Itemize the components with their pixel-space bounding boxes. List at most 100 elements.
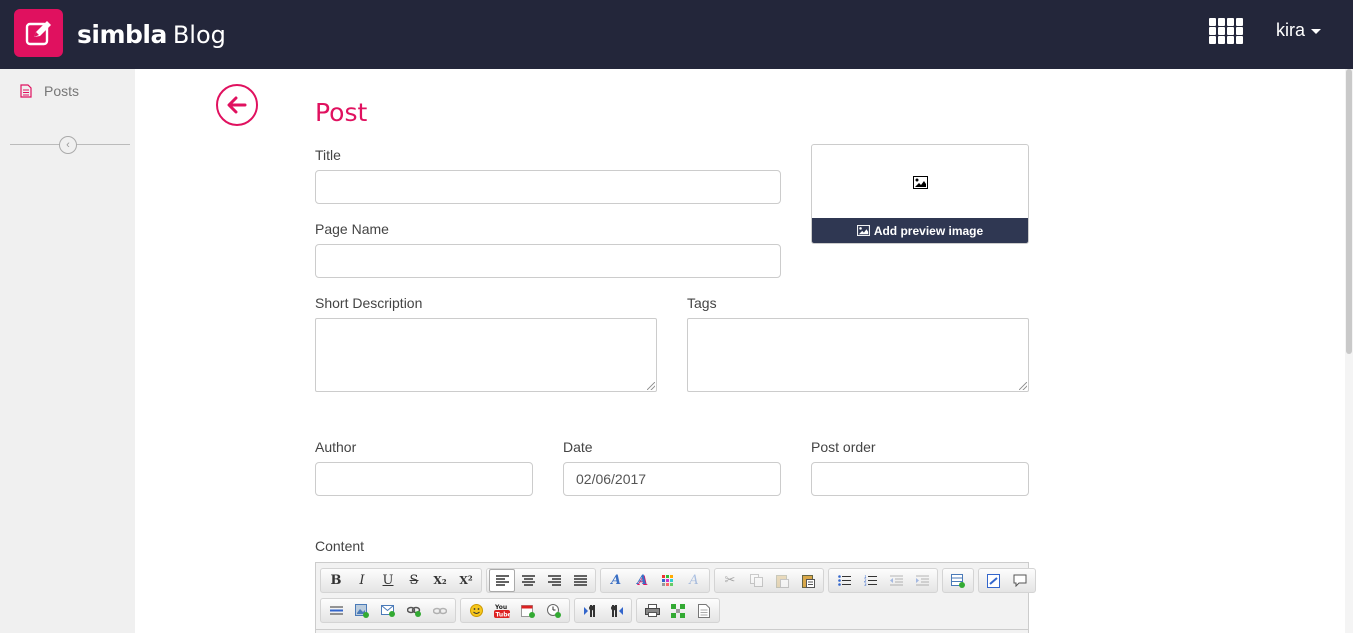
svg-text:3: 3 (864, 582, 867, 586)
rtl-button[interactable] (603, 599, 629, 622)
paste-button[interactable] (769, 569, 795, 592)
apps-grid-icon[interactable] (1209, 18, 1244, 46)
brand-name: simbla (77, 20, 167, 49)
numbered-list-button[interactable]: 123 (857, 569, 883, 592)
resize-handle[interactable] (647, 382, 655, 390)
collapse-sidebar-button[interactable]: ‹ (59, 136, 77, 154)
insert-link-button[interactable] (401, 599, 427, 622)
strike-button[interactable]: S (401, 569, 427, 592)
toolbar-group-align (486, 568, 596, 593)
remove-format-button[interactable]: A (681, 569, 707, 592)
clock-button[interactable] (541, 599, 567, 622)
color-palette-icon (662, 574, 673, 586)
unlink-button[interactable] (427, 599, 453, 622)
image-icon (856, 225, 870, 236)
toolbar-row-1: B I U S X₂ X² A A A ✂ 1 2 3 (320, 568, 1036, 593)
post-order-label: Post order (811, 439, 876, 455)
post-order-input[interactable] (811, 462, 1029, 496)
underline-button[interactable]: U (375, 569, 401, 592)
select-all-icon (671, 603, 685, 618)
author-label: Author (315, 439, 357, 455)
italic-button[interactable]: I (349, 569, 375, 592)
toolbar-group-insert (320, 598, 456, 623)
horizontal-rule-button[interactable] (323, 599, 349, 622)
document-icon (20, 84, 32, 98)
cut-icon: ✂ (724, 573, 736, 588)
source-button[interactable] (981, 569, 1007, 592)
toolbar-group-basic: B I U S X₂ X² (320, 568, 482, 593)
resize-handle[interactable] (1019, 382, 1027, 390)
cut-button[interactable]: ✂ (717, 569, 743, 592)
insert-table-icon (951, 573, 965, 588)
outdent-icon (889, 575, 903, 586)
copy-button[interactable] (743, 569, 769, 592)
email-link-icon (381, 605, 395, 617)
remove-format-icon: A (689, 573, 699, 588)
date-input[interactable]: 02/06/2017 (563, 462, 781, 496)
toolbar-group-lists: 123 (828, 568, 938, 593)
add-preview-image-button[interactable]: Add preview image (812, 218, 1028, 243)
align-justify-button[interactable] (567, 569, 593, 592)
ltr-button[interactable] (577, 599, 603, 622)
bullet-list-icon (837, 575, 851, 586)
paste-text-icon (801, 574, 815, 588)
toolbar-row-2: You Tube (320, 598, 720, 623)
title-input[interactable] (315, 170, 781, 204)
emoji-icon (469, 604, 483, 617)
tags-textarea[interactable] (687, 318, 1029, 392)
align-center-icon (521, 575, 535, 586)
back-button[interactable] (216, 84, 258, 126)
toolbar-group-colors: A A A (600, 568, 710, 593)
new-page-button[interactable] (691, 599, 717, 622)
logo-icon[interactable] (14, 9, 63, 57)
youtube-button[interactable]: You Tube (489, 599, 515, 622)
arrow-left-icon (227, 96, 247, 114)
toolbar-group-document (636, 598, 720, 623)
paste-text-button[interactable] (795, 569, 821, 592)
comment-button[interactable] (1007, 569, 1033, 592)
indent-button[interactable] (909, 569, 935, 592)
tags-label: Tags (687, 295, 717, 311)
sidebar: Posts ‹ (0, 69, 135, 633)
insert-table-button[interactable] (945, 569, 971, 592)
align-left-button[interactable] (489, 569, 515, 592)
date-label: Date (563, 439, 593, 455)
outdent-button[interactable] (883, 569, 909, 592)
insert-image-button[interactable] (349, 599, 375, 622)
calendar-icon (521, 604, 535, 618)
page-name-input[interactable] (315, 244, 781, 278)
scrollbar-thumb[interactable] (1346, 69, 1352, 354)
user-menu[interactable]: kira (1276, 20, 1322, 41)
title-label: Title (315, 147, 341, 163)
superscript-button[interactable]: X² (453, 569, 479, 592)
background-color-icon: A (636, 573, 648, 588)
scrollbar[interactable] (1345, 69, 1353, 633)
author-input[interactable] (315, 462, 533, 496)
print-button[interactable] (639, 599, 665, 622)
print-icon (644, 604, 660, 617)
select-all-button[interactable] (665, 599, 691, 622)
email-link-button[interactable] (375, 599, 401, 622)
short-description-textarea[interactable] (315, 318, 657, 392)
preview-image-box[interactable]: Add preview image (811, 144, 1029, 244)
background-color-button[interactable]: A (629, 569, 655, 592)
brand[interactable]: simbla Blog (77, 20, 226, 50)
align-left-icon (495, 575, 509, 586)
horizontal-rule-icon (329, 606, 343, 615)
text-color-button[interactable]: A (603, 569, 629, 592)
chevron-left-icon: ‹ (66, 139, 70, 151)
align-center-button[interactable] (515, 569, 541, 592)
ltr-icon (583, 604, 595, 617)
emoji-button[interactable] (463, 599, 489, 622)
clock-icon (547, 603, 561, 618)
color-palette-button[interactable] (655, 569, 681, 592)
bullet-list-button[interactable] (831, 569, 857, 592)
caret-down-icon (1311, 29, 1322, 34)
sidebar-item-posts[interactable]: Posts (20, 83, 79, 99)
bold-button[interactable]: B (323, 569, 349, 592)
subscript-button[interactable]: X₂ (427, 569, 453, 592)
align-right-button[interactable] (541, 569, 567, 592)
svg-text:Tube: Tube (496, 612, 511, 619)
calendar-button[interactable] (515, 599, 541, 622)
toolbar-group-table (942, 568, 974, 593)
